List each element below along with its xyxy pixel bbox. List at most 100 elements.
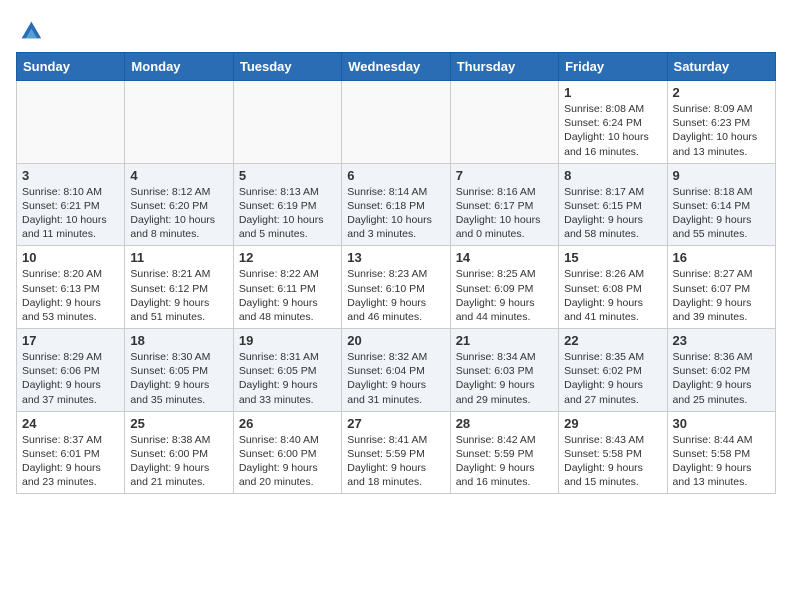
day-info: Sunrise: 8:38 AM Sunset: 6:00 PM Dayligh…	[130, 433, 227, 490]
calendar-day-cell	[342, 81, 450, 164]
day-number: 30	[673, 416, 770, 431]
day-info: Sunrise: 8:30 AM Sunset: 6:05 PM Dayligh…	[130, 350, 227, 407]
calendar-day-cell: 18 Sunrise: 8:30 AM Sunset: 6:05 PM Dayli…	[125, 329, 233, 412]
calendar-day-cell: 20 Sunrise: 8:32 AM Sunset: 6:04 PM Dayli…	[342, 329, 450, 412]
calendar-day-cell: 13Sunrise: 8:23 AM Sunset: 6:10 PM Dayli…	[342, 246, 450, 329]
calendar-day-cell: 3 Sunrise: 8:10 AM Sunset: 6:21 PM Daylig…	[17, 163, 125, 246]
day-info: Sunrise: 8:10 AM Sunset: 6:21 PM Dayligh…	[22, 185, 119, 242]
day-info: Sunrise: 8:27 AM Sunset: 6:07 PM Dayligh…	[673, 267, 770, 324]
calendar-day-cell: 29 Sunrise: 8:43 AM Sunset: 5:58 PM Dayli…	[559, 411, 667, 494]
calendar-day-cell: 19 Sunrise: 8:31 AM Sunset: 6:05 PM Dayli…	[233, 329, 341, 412]
day-info: Sunrise: 8:17 AM Sunset: 6:15 PM Dayligh…	[564, 185, 661, 242]
day-number: 20	[347, 333, 444, 348]
day-info: Sunrise: 8:16 AM Sunset: 6:17 PM Dayligh…	[456, 185, 553, 242]
day-info: Sunrise: 8:12 AM Sunset: 6:20 PM Dayligh…	[130, 185, 227, 242]
calendar-day-cell: 7 Sunrise: 8:16 AM Sunset: 6:17 PM Daylig…	[450, 163, 558, 246]
calendar-day-cell	[17, 81, 125, 164]
day-number: 23	[673, 333, 770, 348]
calendar-day-cell: 12Sunrise: 8:22 AM Sunset: 6:11 PM Dayli…	[233, 246, 341, 329]
calendar-day-header: Friday	[559, 53, 667, 81]
calendar-day-cell: 26 Sunrise: 8:40 AM Sunset: 6:00 PM Dayli…	[233, 411, 341, 494]
day-info: Sunrise: 8:44 AM Sunset: 5:58 PM Dayligh…	[673, 433, 770, 490]
day-info: Sunrise: 8:09 AM Sunset: 6:23 PM Dayligh…	[673, 102, 770, 159]
calendar-day-cell: 30 Sunrise: 8:44 AM Sunset: 5:58 PM Dayli…	[667, 411, 775, 494]
calendar-day-cell: 22Sunrise: 8:35 AM Sunset: 6:02 PM Dayli…	[559, 329, 667, 412]
day-number: 5	[239, 168, 336, 183]
day-number: 2	[673, 85, 770, 100]
day-number: 17	[22, 333, 119, 348]
day-number: 15	[564, 250, 661, 265]
calendar-week-row: 10 Sunrise: 8:20 AM Sunset: 6:13 PM Dayli…	[17, 246, 776, 329]
day-info: Sunrise: 8:40 AM Sunset: 6:00 PM Dayligh…	[239, 433, 336, 490]
day-info: Sunrise: 8:14 AM Sunset: 6:18 PM Dayligh…	[347, 185, 444, 242]
logo-icon	[16, 16, 44, 44]
day-info: Sunrise: 8:37 AM Sunset: 6:01 PM Dayligh…	[22, 433, 119, 490]
calendar-day-cell: 6 Sunrise: 8:14 AM Sunset: 6:18 PM Daylig…	[342, 163, 450, 246]
day-info: Sunrise: 8:36 AM Sunset: 6:02 PM Dayligh…	[673, 350, 770, 407]
day-number: 19	[239, 333, 336, 348]
day-number: 7	[456, 168, 553, 183]
day-info: Sunrise: 8:32 AM Sunset: 6:04 PM Dayligh…	[347, 350, 444, 407]
calendar-day-cell: 14Sunrise: 8:25 AM Sunset: 6:09 PM Dayli…	[450, 246, 558, 329]
calendar-day-cell: 4 Sunrise: 8:12 AM Sunset: 6:20 PM Daylig…	[125, 163, 233, 246]
calendar-day-cell: 17 Sunrise: 8:29 AM Sunset: 6:06 PM Dayli…	[17, 329, 125, 412]
day-info: Sunrise: 8:31 AM Sunset: 6:05 PM Dayligh…	[239, 350, 336, 407]
calendar-day-cell: 21 Sunrise: 8:34 AM Sunset: 6:03 PM Dayli…	[450, 329, 558, 412]
calendar-week-row: 3 Sunrise: 8:10 AM Sunset: 6:21 PM Daylig…	[17, 163, 776, 246]
day-number: 1	[564, 85, 661, 100]
day-info: Sunrise: 8:35 AM Sunset: 6:02 PM Dayligh…	[564, 350, 661, 407]
day-number: 12	[239, 250, 336, 265]
day-info: Sunrise: 8:41 AM Sunset: 5:59 PM Dayligh…	[347, 433, 444, 490]
calendar-day-cell: 1 Sunrise: 8:08 AM Sunset: 6:24 PM Daylig…	[559, 81, 667, 164]
calendar-week-row: 1 Sunrise: 8:08 AM Sunset: 6:24 PM Daylig…	[17, 81, 776, 164]
day-number: 16	[673, 250, 770, 265]
day-number: 13	[347, 250, 444, 265]
day-info: Sunrise: 8:29 AM Sunset: 6:06 PM Dayligh…	[22, 350, 119, 407]
day-number: 27	[347, 416, 444, 431]
calendar-day-cell	[450, 81, 558, 164]
day-info: Sunrise: 8:20 AM Sunset: 6:13 PM Dayligh…	[22, 267, 119, 324]
calendar-day-cell	[125, 81, 233, 164]
calendar-day-cell: 9Sunrise: 8:18 AM Sunset: 6:14 PM Daylig…	[667, 163, 775, 246]
page-header	[16, 16, 776, 44]
day-number: 4	[130, 168, 227, 183]
calendar-day-cell: 11Sunrise: 8:21 AM Sunset: 6:12 PM Dayli…	[125, 246, 233, 329]
day-number: 8	[564, 168, 661, 183]
day-number: 3	[22, 168, 119, 183]
day-number: 6	[347, 168, 444, 183]
day-number: 18	[130, 333, 227, 348]
calendar-day-cell: 5 Sunrise: 8:13 AM Sunset: 6:19 PM Daylig…	[233, 163, 341, 246]
day-number: 26	[239, 416, 336, 431]
calendar-week-row: 24Sunrise: 8:37 AM Sunset: 6:01 PM Dayli…	[17, 411, 776, 494]
day-number: 29	[564, 416, 661, 431]
day-number: 28	[456, 416, 553, 431]
day-number: 11	[130, 250, 227, 265]
day-info: Sunrise: 8:34 AM Sunset: 6:03 PM Dayligh…	[456, 350, 553, 407]
calendar-day-cell: 24Sunrise: 8:37 AM Sunset: 6:01 PM Dayli…	[17, 411, 125, 494]
day-info: Sunrise: 8:13 AM Sunset: 6:19 PM Dayligh…	[239, 185, 336, 242]
calendar-day-cell: 2 Sunrise: 8:09 AM Sunset: 6:23 PM Daylig…	[667, 81, 775, 164]
calendar-day-header: Thursday	[450, 53, 558, 81]
calendar-week-row: 17 Sunrise: 8:29 AM Sunset: 6:06 PM Dayli…	[17, 329, 776, 412]
calendar-day-cell: 10 Sunrise: 8:20 AM Sunset: 6:13 PM Dayli…	[17, 246, 125, 329]
day-info: Sunrise: 8:42 AM Sunset: 5:59 PM Dayligh…	[456, 433, 553, 490]
day-info: Sunrise: 8:25 AM Sunset: 6:09 PM Dayligh…	[456, 267, 553, 324]
day-number: 10	[22, 250, 119, 265]
day-info: Sunrise: 8:26 AM Sunset: 6:08 PM Dayligh…	[564, 267, 661, 324]
day-info: Sunrise: 8:08 AM Sunset: 6:24 PM Dayligh…	[564, 102, 661, 159]
calendar-day-cell: 16 Sunrise: 8:27 AM Sunset: 6:07 PM Dayli…	[667, 246, 775, 329]
calendar-day-cell	[233, 81, 341, 164]
day-info: Sunrise: 8:18 AM Sunset: 6:14 PM Dayligh…	[673, 185, 770, 242]
calendar-day-header: Monday	[125, 53, 233, 81]
calendar-table: SundayMondayTuesdayWednesdayThursdayFrid…	[16, 52, 776, 494]
day-info: Sunrise: 8:43 AM Sunset: 5:58 PM Dayligh…	[564, 433, 661, 490]
calendar-day-header: Sunday	[17, 53, 125, 81]
calendar-day-cell: 23 Sunrise: 8:36 AM Sunset: 6:02 PM Dayli…	[667, 329, 775, 412]
calendar-day-cell: 25 Sunrise: 8:38 AM Sunset: 6:00 PM Dayli…	[125, 411, 233, 494]
calendar-day-header: Tuesday	[233, 53, 341, 81]
day-number: 25	[130, 416, 227, 431]
calendar-day-cell: 15 Sunrise: 8:26 AM Sunset: 6:08 PM Dayli…	[559, 246, 667, 329]
logo	[16, 16, 48, 44]
day-number: 21	[456, 333, 553, 348]
calendar-day-cell: 8 Sunrise: 8:17 AM Sunset: 6:15 PM Daylig…	[559, 163, 667, 246]
